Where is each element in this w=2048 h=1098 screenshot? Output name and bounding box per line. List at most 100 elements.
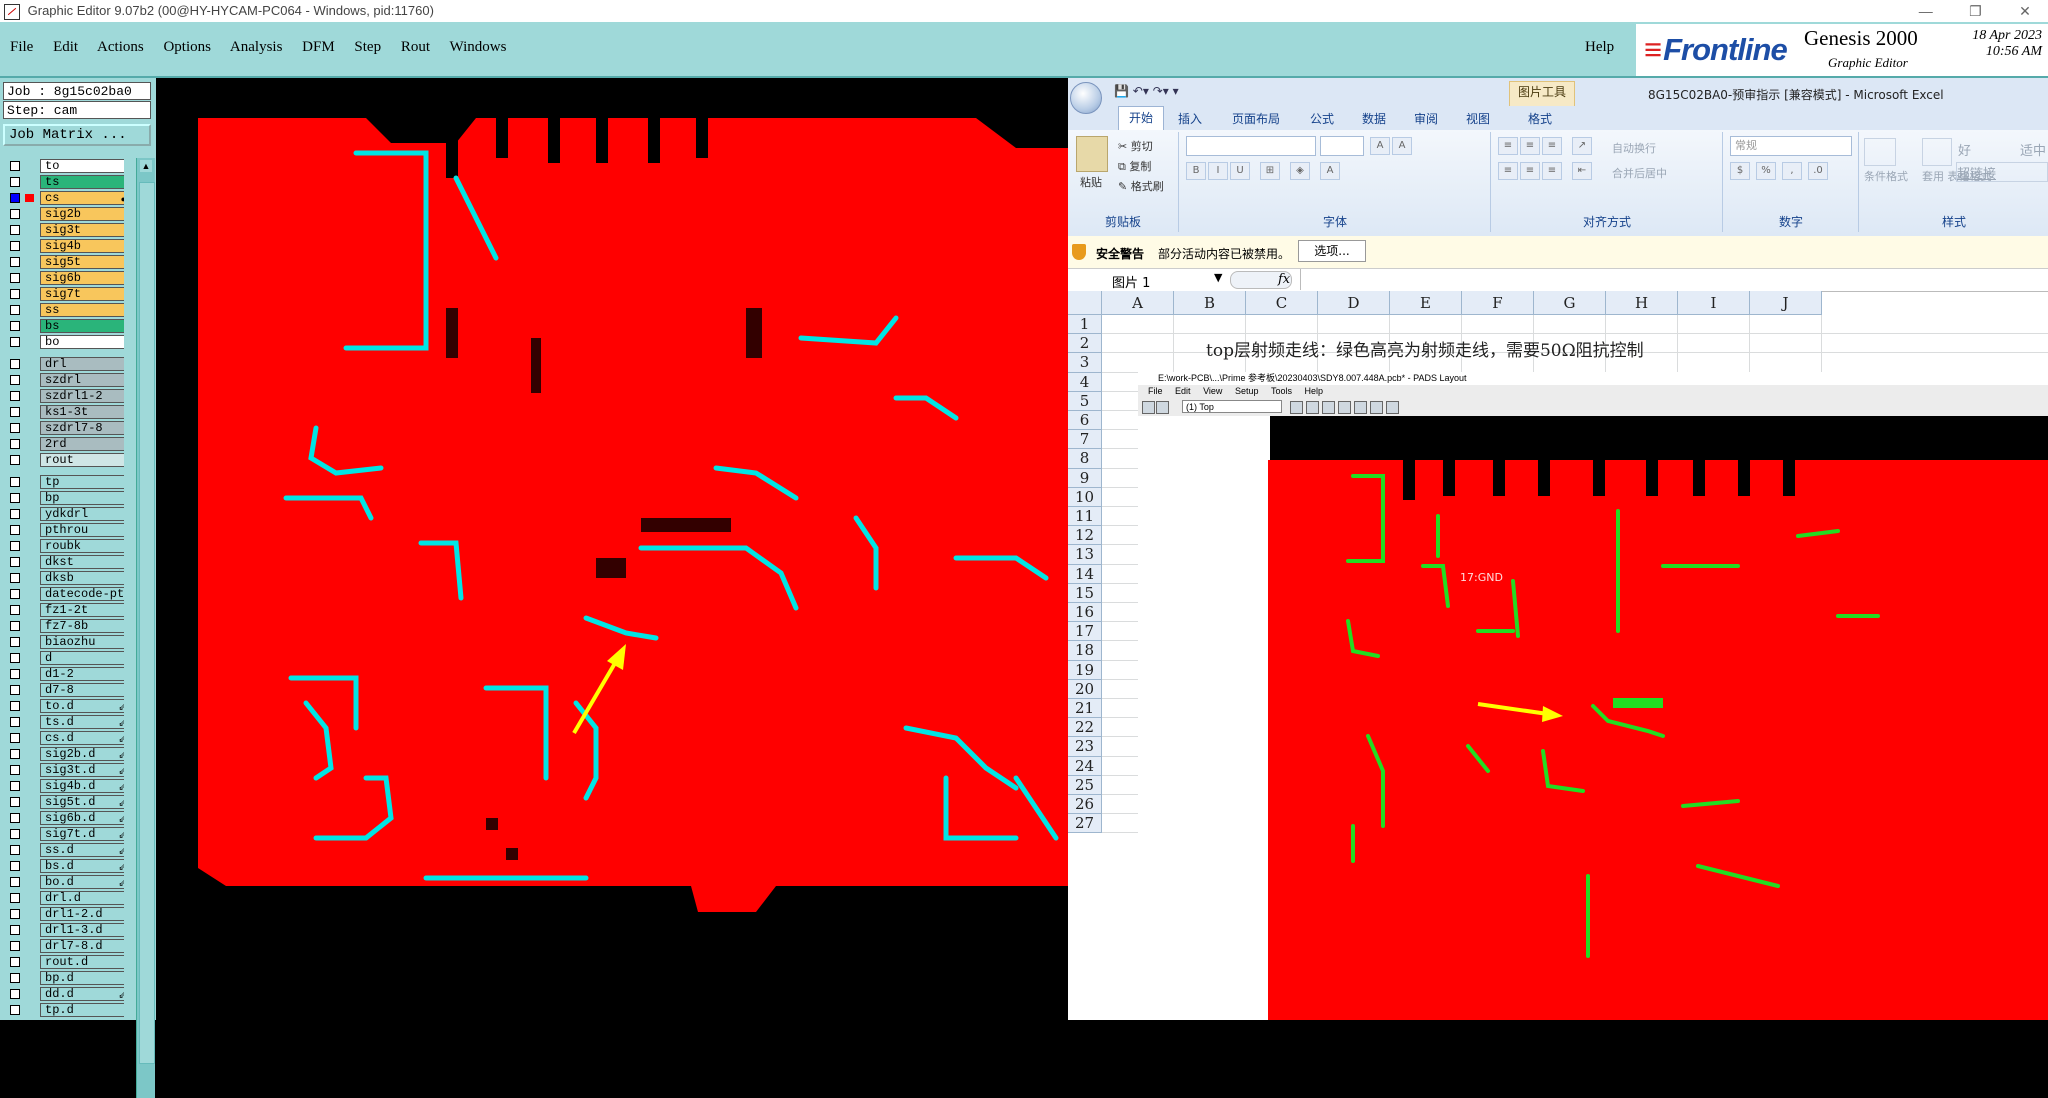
merge-center-button[interactable]: 合并后居中: [1612, 165, 1667, 181]
layer-row[interactable]: sig2b.d ⇙: [4, 746, 124, 762]
row-header[interactable]: 11: [1068, 507, 1102, 527]
layer-name[interactable]: szdrl: [40, 373, 124, 387]
layer-color-swatch[interactable]: [25, 894, 34, 902]
paste-button[interactable]: 粘贴: [1080, 174, 1102, 190]
layer-name[interactable]: szdrl7-8: [40, 421, 124, 435]
layer-name[interactable]: sig7t.d ⇙: [40, 827, 124, 841]
layer-row[interactable]: szdrl: [4, 372, 124, 388]
align-bottom-icon[interactable]: ≡: [1542, 137, 1562, 155]
font-color-icon[interactable]: A: [1320, 162, 1340, 180]
layer-color-swatch[interactable]: [25, 702, 34, 710]
conditional-format-icon[interactable]: [1864, 138, 1896, 166]
layer-checkbox[interactable]: [10, 241, 20, 251]
embedded-pads-image[interactable]: E:\work-PCB\...\Prime 参考板\20230403\SDY8.…: [1138, 372, 2048, 1020]
layer-color-swatch[interactable]: [25, 392, 34, 400]
layer-name[interactable]: ss: [40, 303, 124, 317]
layer-name[interactable]: ts: [40, 175, 124, 189]
font-name-box[interactable]: [1186, 136, 1316, 156]
column-header[interactable]: J: [1750, 291, 1822, 315]
paste-icon[interactable]: [1076, 136, 1108, 172]
tab-insert[interactable]: 插入: [1178, 110, 1202, 127]
layer-row[interactable]: roubk: [4, 538, 124, 554]
layer-checkbox[interactable]: [10, 257, 20, 267]
layer-color-swatch[interactable]: [25, 718, 34, 726]
layer-checkbox[interactable]: [10, 391, 20, 401]
column-header[interactable]: B: [1174, 291, 1246, 315]
menu-analysis[interactable]: Analysis: [230, 39, 283, 55]
bold-icon[interactable]: B: [1186, 162, 1206, 180]
layer-row[interactable]: bs: [4, 318, 124, 334]
layer-row[interactable]: sig3t.d ⇙: [4, 762, 124, 778]
align-top-icon[interactable]: ≡: [1498, 137, 1518, 155]
row-header[interactable]: 10: [1068, 487, 1102, 507]
layer-name[interactable]: bp.d: [40, 971, 124, 985]
layer-row[interactable]: sig7t: [4, 286, 124, 302]
layer-name[interactable]: ydkdrl: [40, 507, 124, 521]
fill-color-icon[interactable]: ◈: [1290, 162, 1310, 180]
layer-row[interactable]: sig4b.d ⇙: [4, 778, 124, 794]
layer-color-swatch[interactable]: [25, 750, 34, 758]
layer-checkbox[interactable]: [10, 375, 20, 385]
number-format-box[interactable]: 常规: [1730, 136, 1852, 156]
layer-row[interactable]: rout: [4, 452, 124, 468]
layer-row[interactable]: bo.d ⇙: [4, 874, 124, 890]
layer-name[interactable]: 2rd: [40, 437, 124, 451]
layer-name[interactable]: d7-8: [40, 683, 124, 697]
row-header[interactable]: 2: [1068, 334, 1102, 354]
layer-name[interactable]: bs: [40, 319, 124, 333]
layer-name[interactable]: sig3t: [40, 223, 124, 237]
redo-icon[interactable]: ↷▾: [1153, 84, 1169, 98]
layer-checkbox[interactable]: [10, 957, 20, 967]
layer-row[interactable]: biaozhu: [4, 634, 124, 650]
layer-row[interactable]: ts: [4, 174, 124, 190]
name-box-dropdown-icon[interactable]: ▼: [1214, 271, 1222, 284]
layer-color-swatch[interactable]: [25, 322, 34, 330]
layer-color-swatch[interactable]: [25, 478, 34, 486]
layer-checkbox[interactable]: [10, 509, 20, 519]
select-all-corner[interactable]: [1068, 291, 1102, 315]
layer-row[interactable]: datecode-pt: [4, 586, 124, 602]
layer-checkbox[interactable]: [10, 439, 20, 449]
menu-edit[interactable]: Edit: [53, 39, 78, 55]
layer-color-swatch[interactable]: [25, 590, 34, 598]
layer-row[interactable]: sig5t: [4, 254, 124, 270]
layer-color-swatch[interactable]: [25, 878, 34, 886]
layer-row[interactable]: cs.d ⇙: [4, 730, 124, 746]
layer-row[interactable]: ydkdrl: [4, 506, 124, 522]
layer-row[interactable]: drl: [4, 356, 124, 372]
layer-checkbox[interactable]: [10, 749, 20, 759]
layer-checkbox[interactable]: [10, 637, 20, 647]
layer-name[interactable]: roubk: [40, 539, 124, 553]
layer-row[interactable]: d7-8: [4, 682, 124, 698]
layer-row[interactable]: drl7-8.d: [4, 938, 124, 954]
row-header[interactable]: 26: [1068, 795, 1102, 815]
layer-checkbox[interactable]: [10, 557, 20, 567]
layer-name[interactable]: tp: [40, 475, 124, 489]
save-icon[interactable]: 💾: [1114, 84, 1129, 98]
layer-row[interactable]: rout.d: [4, 954, 124, 970]
layer-row[interactable]: to.d ⇙: [4, 698, 124, 714]
layer-name[interactable]: rout.d: [40, 955, 124, 969]
column-header[interactable]: G: [1534, 291, 1606, 315]
layer-name[interactable]: ss.d ⇙: [40, 843, 124, 857]
increase-decimal-icon[interactable]: .0: [1808, 162, 1828, 180]
layer-checkbox[interactable]: [10, 829, 20, 839]
layer-row[interactable]: cs ●: [4, 190, 124, 206]
layer-color-swatch[interactable]: [25, 830, 34, 838]
layer-color-swatch[interactable]: [25, 360, 34, 368]
layer-name[interactable]: sig4b.d ⇙: [40, 779, 124, 793]
layer-checkbox[interactable]: [10, 337, 20, 347]
column-header[interactable]: A: [1102, 291, 1174, 315]
layer-name[interactable]: bo: [40, 335, 124, 349]
column-header[interactable]: C: [1246, 291, 1318, 315]
row-header[interactable]: 21: [1068, 699, 1102, 719]
layer-checkbox[interactable]: [10, 321, 20, 331]
layer-color-swatch[interactable]: [25, 306, 34, 314]
tab-page-layout[interactable]: 页面布局: [1232, 110, 1280, 127]
row-header[interactable]: 17: [1068, 622, 1102, 642]
layer-row[interactable]: fz1-2t: [4, 602, 124, 618]
tab-formulas[interactable]: 公式: [1310, 110, 1334, 127]
tab-review[interactable]: 审阅: [1414, 110, 1438, 127]
layer-name[interactable]: sig3t.d ⇙: [40, 763, 124, 777]
layer-checkbox[interactable]: [10, 589, 20, 599]
